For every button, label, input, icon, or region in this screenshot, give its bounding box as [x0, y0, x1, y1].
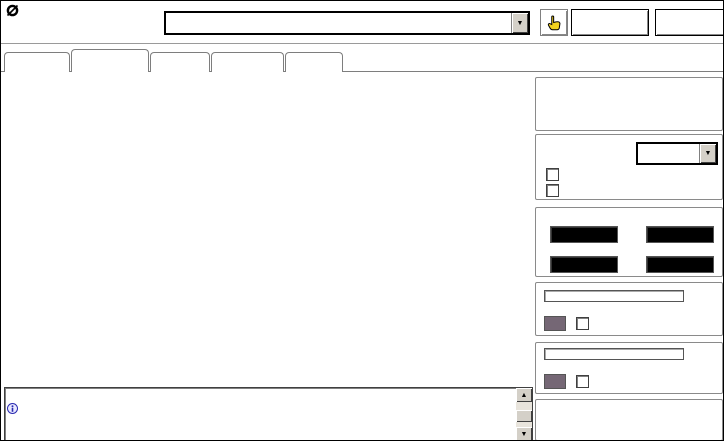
drive-select-arrow[interactable]: ▼ [511, 13, 528, 33]
cpu-show-graph-checkbox[interactable] [576, 375, 589, 388]
log-scrollbar[interactable]: ▲ ▼ [516, 388, 532, 440]
scrollbar-thumb[interactable] [516, 410, 532, 422]
tab-scandisc[interactable] [285, 52, 343, 72]
buffer-group [535, 282, 723, 336]
cpu-group [535, 342, 723, 394]
speed-select-arrow[interactable]: ▼ [699, 144, 716, 163]
start-button[interactable] [571, 9, 649, 36]
info-icon [7, 403, 18, 414]
status-log[interactable]: ▲ ▼ [4, 387, 533, 440]
eject-hand-button[interactable] [540, 9, 568, 36]
start-display [550, 256, 618, 273]
type-display [646, 226, 714, 243]
toolbar-divider-hl [1, 44, 723, 45]
cpu-bar [544, 348, 684, 360]
scroll-down-button[interactable]: ▼ [516, 427, 532, 440]
log-line [5, 402, 516, 415]
settings-group: ▼ [535, 134, 723, 200]
buffer-show-graph-checkbox[interactable] [576, 317, 589, 330]
burn-image-checkbox[interactable] [546, 168, 559, 181]
tab-create-disc[interactable] [71, 49, 149, 73]
scroll-up-button[interactable]: ▲ [516, 388, 532, 402]
progress-group [535, 399, 723, 440]
chevron-down-icon: ▼ [704, 150, 712, 157]
buffer-bar [544, 290, 684, 302]
simulate-checkbox[interactable] [546, 184, 559, 197]
speed-chart [1, 81, 531, 363]
disc-icon [6, 4, 19, 17]
arrow-down-icon: ▼ [520, 430, 528, 438]
average-display [550, 226, 618, 243]
tab-disc-quality[interactable] [211, 52, 284, 72]
nero-logo-subtext [5, 4, 127, 17]
speed-select[interactable]: ▼ [636, 142, 718, 165]
exit-button[interactable] [655, 9, 723, 36]
cpu-color-swatch[interactable] [544, 374, 566, 389]
chevron-down-icon: ▼ [516, 19, 524, 27]
arrow-up-icon: ▲ [520, 391, 528, 399]
tab-disc-info[interactable] [150, 52, 210, 72]
nero-logo [5, 4, 127, 17]
buffer-color-swatch[interactable] [544, 316, 566, 331]
hand-icon [547, 14, 561, 30]
end-display [646, 256, 714, 273]
disc-info-group [535, 77, 723, 131]
speed-group [535, 207, 723, 277]
tab-benchmark[interactable] [4, 52, 70, 72]
drive-select[interactable]: ▼ [164, 11, 530, 35]
app-window: ▼ ▼ ▲ ▼ [0, 0, 724, 441]
